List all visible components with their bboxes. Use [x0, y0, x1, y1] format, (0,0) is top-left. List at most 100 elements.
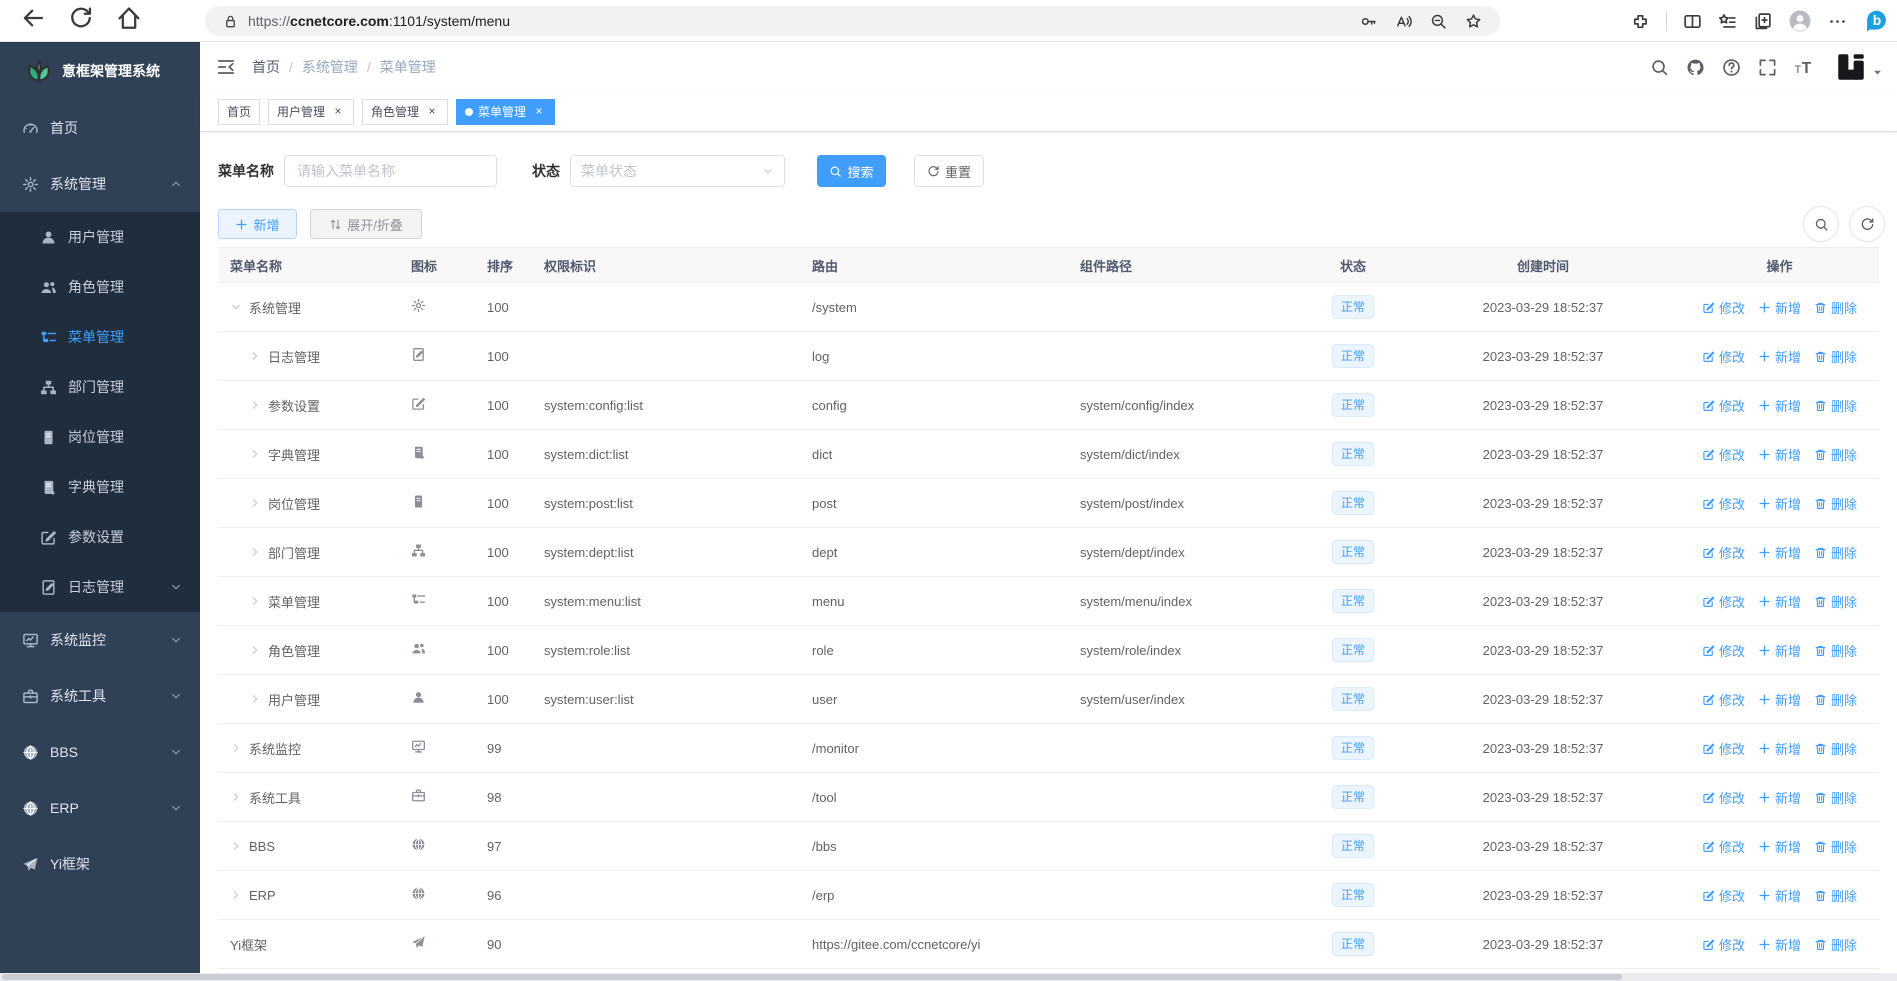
- chevron-right-sm-icon[interactable]: [249, 595, 261, 607]
- fullscreen-icon[interactable]: [1758, 58, 1777, 77]
- add-link[interactable]: 新增: [1758, 739, 1801, 758]
- tab-用户管理[interactable]: 用户管理 ×: [268, 98, 355, 125]
- refresh-table-button[interactable]: [1849, 206, 1885, 242]
- chevron-right-sm-icon[interactable]: [249, 399, 261, 411]
- delete-link[interactable]: 删除: [1814, 298, 1857, 317]
- github-icon[interactable]: [1686, 58, 1705, 77]
- sidebar-item-系统监控[interactable]: 系统监控: [0, 612, 200, 668]
- more-ellipsis-icon[interactable]: [1828, 12, 1847, 31]
- toggle-search-button[interactable]: [1803, 206, 1839, 242]
- sidebar-item-BBS[interactable]: BBS: [0, 724, 200, 780]
- chevron-right-sm-icon[interactable]: [249, 497, 261, 509]
- horizontal-scrollbar[interactable]: [0, 973, 1897, 981]
- app-logo[interactable]: 意框架管理系统: [0, 42, 200, 100]
- add-button[interactable]: 新增: [218, 209, 297, 239]
- delete-link[interactable]: 删除: [1814, 935, 1857, 954]
- edit-link[interactable]: 修改: [1702, 494, 1745, 513]
- edit-link[interactable]: 修改: [1702, 445, 1745, 464]
- edit-link[interactable]: 修改: [1702, 837, 1745, 856]
- add-link[interactable]: 新增: [1758, 347, 1801, 366]
- sidebar-item-部门管理[interactable]: 部门管理: [0, 362, 200, 412]
- edit-link[interactable]: 修改: [1702, 396, 1745, 415]
- refresh-icon[interactable]: [68, 5, 94, 31]
- chevron-right-sm-icon[interactable]: [249, 350, 261, 362]
- edit-link[interactable]: 修改: [1702, 347, 1745, 366]
- bing-copilot-icon[interactable]: b: [1863, 8, 1889, 34]
- edit-link[interactable]: 修改: [1702, 592, 1745, 611]
- chevron-right-sm-icon[interactable]: [230, 742, 242, 754]
- edit-link[interactable]: 修改: [1702, 543, 1745, 562]
- search-button[interactable]: 搜索: [817, 155, 886, 187]
- chevron-right-sm-icon[interactable]: [249, 546, 261, 558]
- sidebar-item-参数设置[interactable]: 参数设置: [0, 512, 200, 562]
- add-link[interactable]: 新增: [1758, 788, 1801, 807]
- delete-link[interactable]: 删除: [1814, 494, 1857, 513]
- add-link[interactable]: 新增: [1758, 543, 1801, 562]
- add-link[interactable]: 新增: [1758, 298, 1801, 317]
- add-link[interactable]: 新增: [1758, 641, 1801, 660]
- tab-角色管理[interactable]: 角色管理 ×: [362, 98, 449, 125]
- profile-avatar-icon[interactable]: [1788, 9, 1812, 33]
- extensions-icon[interactable]: [1631, 12, 1650, 31]
- menu-name-input[interactable]: [284, 155, 497, 187]
- breadcrumb-item-首页[interactable]: 首页: [252, 57, 280, 77]
- edit-link[interactable]: 修改: [1702, 788, 1745, 807]
- edit-link[interactable]: 修改: [1702, 739, 1745, 758]
- sidebar-item-首页[interactable]: 首页: [0, 100, 200, 156]
- add-link[interactable]: 新增: [1758, 592, 1801, 611]
- delete-link[interactable]: 删除: [1814, 788, 1857, 807]
- add-link[interactable]: 新增: [1758, 690, 1801, 709]
- user-dropdown[interactable]: [1836, 52, 1883, 82]
- chevron-down-icon[interactable]: [230, 301, 242, 313]
- sidebar-item-Yi框架[interactable]: Yi框架: [0, 836, 200, 892]
- sidebar-item-ERP[interactable]: ERP: [0, 780, 200, 836]
- edit-link[interactable]: 修改: [1702, 641, 1745, 660]
- tab-菜单管理[interactable]: 菜单管理 ×: [456, 98, 556, 125]
- sidebar-item-日志管理[interactable]: 日志管理: [0, 562, 200, 612]
- edit-link[interactable]: 修改: [1702, 935, 1745, 954]
- url-text[interactable]: https://ccnetcore.com:1101/system/menu: [248, 13, 1360, 29]
- edit-link[interactable]: 修改: [1702, 690, 1745, 709]
- sidebar-item-系统管理[interactable]: 系统管理: [0, 156, 200, 212]
- sidebar-item-菜单管理[interactable]: 菜单管理: [0, 312, 200, 362]
- favorites-icon[interactable]: [1718, 12, 1737, 31]
- sidebar-item-字典管理[interactable]: 字典管理: [0, 462, 200, 512]
- question-icon[interactable]: [1722, 58, 1741, 77]
- font-size-icon[interactable]: TT: [1794, 58, 1813, 77]
- delete-link[interactable]: 删除: [1814, 592, 1857, 611]
- add-link[interactable]: 新增: [1758, 886, 1801, 905]
- close-tab-icon[interactable]: ×: [425, 104, 439, 119]
- scrollbar-thumb[interactable]: [2, 974, 1622, 980]
- tab-首页[interactable]: 首页: [218, 98, 261, 125]
- lock-icon[interactable]: [223, 14, 238, 29]
- add-link[interactable]: 新增: [1758, 494, 1801, 513]
- expand-collapse-button[interactable]: 展开/折叠: [310, 209, 422, 239]
- edit-link[interactable]: 修改: [1702, 886, 1745, 905]
- chevron-right-sm-icon[interactable]: [249, 644, 261, 656]
- delete-link[interactable]: 删除: [1814, 690, 1857, 709]
- read-aloud-icon[interactable]: [1395, 13, 1412, 30]
- reset-button[interactable]: 重置: [914, 155, 984, 187]
- add-link[interactable]: 新增: [1758, 837, 1801, 856]
- delete-link[interactable]: 删除: [1814, 886, 1857, 905]
- delete-link[interactable]: 删除: [1814, 347, 1857, 366]
- chevron-right-sm-icon[interactable]: [249, 448, 261, 460]
- delete-link[interactable]: 删除: [1814, 837, 1857, 856]
- sidebar-item-系统工具[interactable]: 系统工具: [0, 668, 200, 724]
- chevron-right-sm-icon[interactable]: [230, 840, 242, 852]
- sidebar-item-岗位管理[interactable]: 岗位管理: [0, 412, 200, 462]
- sidebar-item-用户管理[interactable]: 用户管理: [0, 212, 200, 262]
- edit-link[interactable]: 修改: [1702, 298, 1745, 317]
- collections-icon[interactable]: [1753, 12, 1772, 31]
- close-tab-icon[interactable]: ×: [331, 104, 345, 119]
- zoom-out-icon[interactable]: [1430, 13, 1447, 30]
- breadcrumb-item-系统管理[interactable]: 系统管理: [302, 57, 358, 77]
- delete-link[interactable]: 删除: [1814, 396, 1857, 415]
- key-icon[interactable]: [1360, 13, 1377, 30]
- delete-link[interactable]: 删除: [1814, 543, 1857, 562]
- chevron-right-sm-icon[interactable]: [249, 693, 261, 705]
- split-screen-icon[interactable]: [1683, 12, 1702, 31]
- back-arrow-icon[interactable]: [20, 5, 46, 31]
- delete-link[interactable]: 删除: [1814, 739, 1857, 758]
- delete-link[interactable]: 删除: [1814, 445, 1857, 464]
